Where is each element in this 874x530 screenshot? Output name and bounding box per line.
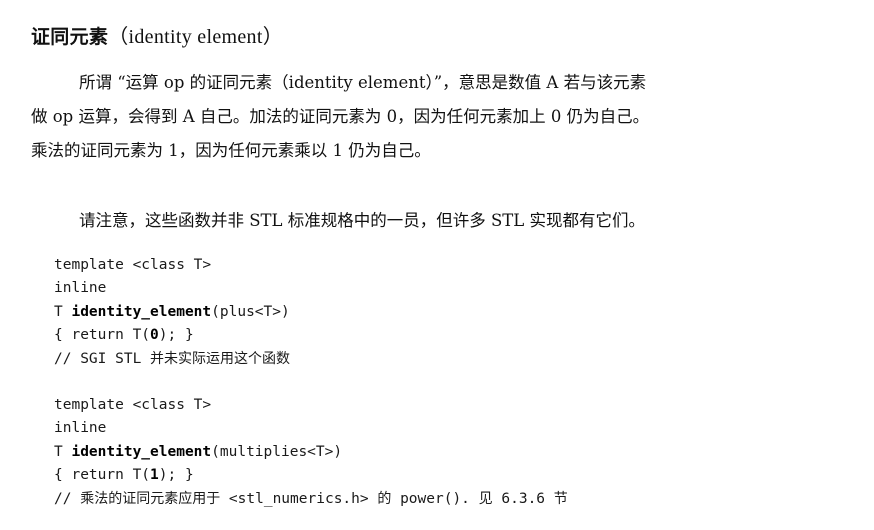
code-token: ); } [158,327,194,344]
code-comment: // SGI STL 并未实际运用这个函数 [54,348,290,371]
definition-paragraph: 所谓 “运算 op 的证同元素（identity element）”，意思是数值… [31,66,771,168]
code-line: T identity_element(plus<T>) [54,301,290,324]
paragraph-line: 请注意，这些函数并非 STL 标准规格中的一员，但许多 STL 实现都有它们。 [79,211,646,230]
code-block-plus: template <class T> inline T identity_eleme… [54,254,290,371]
code-token: ); } [158,467,194,484]
code-token: (plus<T>) [211,303,290,320]
section-heading: 证同元素（identity element） [31,20,283,49]
paragraph-line: 做 op 运算，会得到 A 自己。加法的证同元素为 0，因为任何元素加上 0 仍… [31,107,650,126]
paragraph-line: 乘法的证同元素为 1，因为任何元素乘以 1 仍为自己。 [31,141,431,160]
comment-text: 的 [377,490,392,507]
code-literal: 1 [150,467,159,484]
code-line: inline [54,420,107,437]
code-token: { return T( [54,327,151,344]
code-token: power(). [391,490,479,507]
code-comment: // 乘法的证同元素应用于 <stl_numerics.h> 的 power()… [54,488,568,511]
code-token: T [54,443,72,460]
function-name: identity_element [71,443,212,460]
code-line: { return T(0); } [54,324,290,347]
code-token: // SGI STL [54,350,151,367]
code-token: <stl_numerics.h> [220,490,378,507]
document-page: 证同元素（identity element） 所谓 “运算 op 的证同元素（i… [0,0,874,530]
note-paragraph: 请注意，这些函数并非 STL 标准规格中的一员，但许多 STL 实现都有它们。 [31,204,771,238]
heading-latin: （identity element） [108,26,284,48]
comment-text: 见 [478,490,493,507]
comment-text: 节 [553,490,568,507]
code-line: { return T(1); } [54,464,568,487]
code-token: // [54,490,81,507]
code-line: inline [54,280,107,297]
comment-text: 并未实际运用这个函数 [150,350,291,367]
paragraph-line: 所谓 “运算 op 的证同元素（identity element）”，意思是数值… [79,73,647,92]
code-token: { return T( [54,467,151,484]
comment-text: 乘法的证同元素应用于 [80,490,221,507]
code-literal: 0 [150,327,159,344]
code-block-multiplies: template <class T> inline T identity_eleme… [54,394,568,511]
heading-cjk: 证同元素 [31,26,109,48]
code-line: T identity_element(multiplies<T>) [54,441,568,464]
function-name: identity_element [71,303,212,320]
code-line: template <class T> [54,257,212,273]
code-token: T [54,303,72,320]
code-token: 6.3.6 [492,490,554,507]
code-token: (multiplies<T>) [211,443,343,460]
code-line: template <class T> [54,397,212,413]
